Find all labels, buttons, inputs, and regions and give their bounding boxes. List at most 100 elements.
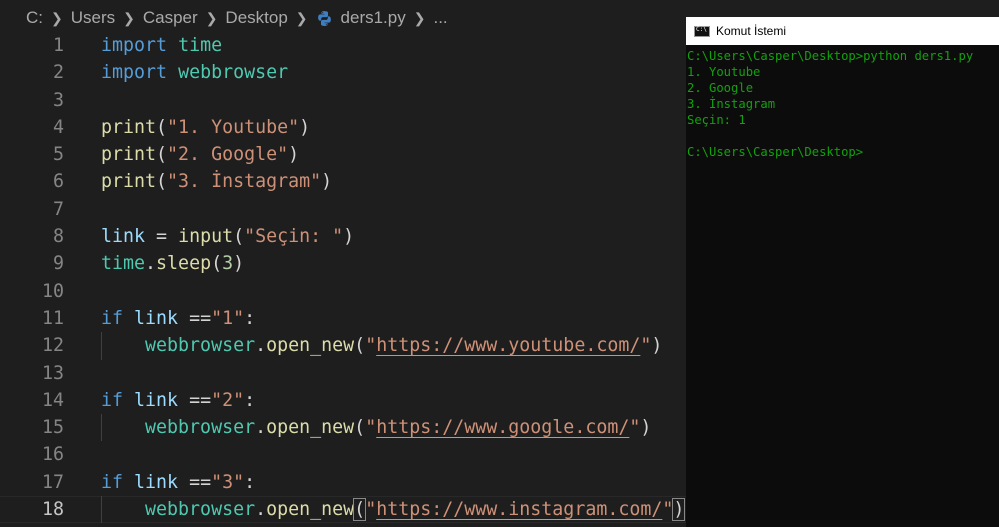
code-token: if: [101, 471, 124, 493]
code-text: import webbrowser: [101, 59, 288, 86]
chevron-right-icon: ❯: [51, 9, 63, 26]
code-token: .: [255, 335, 267, 357]
breadcrumb-item-drive[interactable]: C:: [26, 8, 43, 28]
code-line[interactable]: 2 import webbrowser: [0, 59, 686, 86]
code-token: input: [178, 226, 234, 248]
chevron-right-icon: ❯: [413, 9, 426, 26]
code-editor[interactable]: C: ❯ Users ❯ Casper ❯ Desktop ❯ ders1.py…: [0, 0, 686, 527]
code-token: ): [672, 498, 686, 522]
code-token: .: [255, 499, 267, 521]
code-token: "1": [211, 307, 245, 329]
terminal-output[interactable]: C:\Users\Casper\Desktop>python ders1.py …: [686, 48, 999, 160]
code-token: print: [101, 144, 157, 166]
code-token: https://www.instagram.com/: [376, 499, 663, 521]
code-text: if link =="1":: [101, 305, 255, 332]
breadcrumb-more[interactable]: ...: [433, 8, 447, 28]
code-token: "Seçin: ": [244, 226, 344, 248]
code-text: if link =="2":: [101, 387, 255, 414]
code-line[interactable]: 8 link = input("Seçin: "): [0, 223, 686, 250]
code-token: if: [101, 389, 124, 411]
python-file-icon: [317, 10, 331, 26]
code-text: webbrowser.open_new("https://www.youtube…: [101, 332, 662, 359]
code-line[interactable]: 6 print("3. İnstagram"): [0, 168, 686, 195]
code-line[interactable]: 4 print("1. Youtube"): [0, 114, 686, 141]
terminal-titlebar[interactable]: Komut İstemi: [686, 17, 999, 45]
code-line[interactable]: 9 time.sleep(3): [0, 250, 686, 277]
line-number: 13: [41, 362, 64, 384]
code-text: webbrowser.open_new("https://www.instagr…: [101, 496, 686, 523]
code-token: :: [244, 307, 256, 329]
line-number: 9: [52, 253, 64, 275]
code-line[interactable]: 13: [0, 360, 686, 387]
line-number: 12: [41, 335, 64, 357]
code-area[interactable]: 1 import time 2 import webbrowser 3 4 print("1…: [0, 32, 686, 524]
code-token: webbrowser: [178, 62, 289, 84]
chevron-right-icon: ❯: [295, 9, 308, 26]
code-token: ": [640, 335, 652, 357]
code-token: open_new: [266, 499, 355, 521]
code-token: :: [244, 471, 256, 493]
code-token: ): [321, 171, 333, 193]
code-token: ": [365, 335, 377, 357]
line-number: 15: [41, 417, 64, 439]
code-token: link: [134, 307, 179, 329]
code-line[interactable]: 10: [0, 278, 686, 305]
code-token: link: [134, 471, 179, 493]
chevron-right-icon: ❯: [205, 9, 218, 26]
code-token: ": [662, 499, 674, 521]
code-line[interactable]: 16: [0, 441, 686, 468]
code-text: link = input("Seçin: "): [101, 223, 354, 250]
code-line[interactable]: 12 webbrowser.open_new("https://www.yout…: [0, 332, 686, 360]
code-token: print: [101, 116, 157, 138]
code-line[interactable]: 18 webbrowser.open_new("https://www.inst…: [0, 496, 686, 524]
code-token: webbrowser: [145, 335, 256, 357]
terminal-line: Seçin: 1: [687, 113, 746, 127]
code-line[interactable]: 7: [0, 196, 686, 223]
code-text: print("2. Google"): [101, 141, 299, 168]
code-line[interactable]: 5 print("2. Google"): [0, 141, 686, 168]
code-line[interactable]: 3: [0, 87, 686, 114]
breadcrumb-item-desktop[interactable]: Desktop: [225, 8, 287, 28]
code-token: ): [233, 253, 245, 275]
chevron-right-icon: ❯: [123, 9, 135, 26]
code-token: ==: [178, 389, 212, 411]
code-token: "1. Youtube": [167, 116, 300, 138]
line-number: 2: [52, 62, 64, 84]
code-token: time: [101, 253, 146, 275]
code-line[interactable]: 17 if link =="3":: [0, 469, 686, 496]
code-token: 3: [222, 253, 234, 275]
code-token: time: [178, 35, 223, 56]
breadcrumb-item-file[interactable]: ders1.py: [341, 8, 406, 28]
code-token: https://www.google.com/: [376, 417, 630, 439]
code-token: webbrowser: [145, 499, 256, 521]
terminal-line: 3. İnstagram: [687, 97, 776, 111]
code-text: webbrowser.open_new("https://www.google.…: [101, 414, 651, 441]
code-token: "2": [211, 389, 245, 411]
line-number: 8: [52, 226, 64, 248]
code-line[interactable]: 1 import time: [0, 32, 686, 59]
line-number: 17: [41, 471, 64, 493]
code-token: ": [365, 499, 377, 521]
terminal-line: 1. Youtube: [687, 65, 761, 79]
code-line[interactable]: 15 webbrowser.open_new("https://www.goog…: [0, 414, 686, 442]
code-token: ==: [178, 307, 212, 329]
line-number: 6: [52, 171, 64, 193]
code-token: https://www.youtube.com/: [376, 335, 641, 357]
code-line[interactable]: 11 if link =="1":: [0, 305, 686, 332]
code-token: webbrowser: [145, 417, 256, 439]
code-text: time.sleep(3): [101, 250, 244, 277]
command-prompt-icon: [694, 25, 710, 37]
breadcrumb-item-casper[interactable]: Casper: [143, 8, 198, 28]
code-token: (: [354, 417, 366, 439]
breadcrumb-item-users[interactable]: Users: [71, 8, 115, 28]
command-prompt-window[interactable]: Komut İstemi C:\Users\Casper\Desktop>pyt…: [686, 17, 999, 527]
code-line[interactable]: 14 if link =="2":: [0, 387, 686, 414]
code-token: =: [145, 226, 179, 248]
code-token: import: [101, 35, 168, 56]
